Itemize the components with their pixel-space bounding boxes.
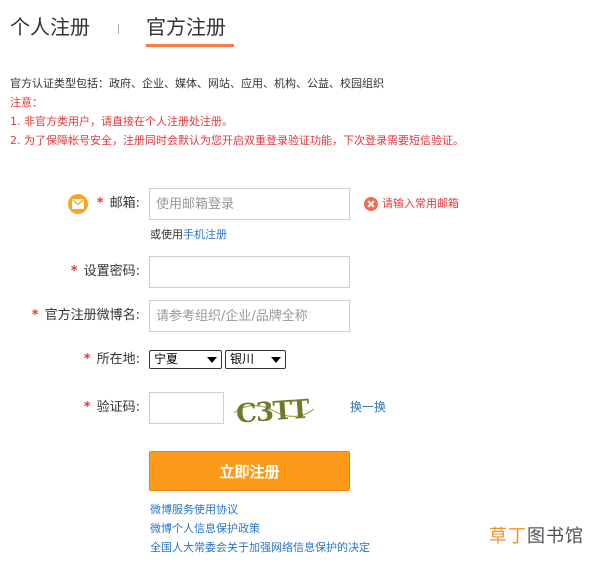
tab-personal-register[interactable]: 个人注册 [10, 12, 90, 42]
captcha-label-text: 验证码: [96, 400, 140, 415]
city-select-value: 银川 [230, 352, 255, 366]
captcha-refresh-link[interactable]: 换一换 [350, 398, 386, 415]
tab-official-register[interactable]: 官方注册 [146, 12, 226, 42]
email-error-text: 请输入常用邮箱 [382, 197, 459, 210]
mail-icon [68, 194, 88, 214]
network-protection-decision-link[interactable]: 全国人大常委会关于加强网络信息保护的决定 [150, 538, 370, 557]
captcha-text: C3TT [235, 395, 311, 427]
captcha-input[interactable] [149, 392, 224, 424]
notice-line-1-post: 处注册。 [189, 115, 233, 128]
location-label-text: 所在地: [96, 352, 140, 367]
active-tab-indicator [146, 44, 234, 47]
email-row: * 邮箱: 请输入常用邮箱 [0, 188, 594, 220]
password-input[interactable] [149, 256, 350, 288]
chevron-down-icon [271, 357, 281, 363]
notice-line-1-pre: 1. 非官方类用户，请直接在 [10, 115, 145, 128]
privacy-policy-link[interactable]: 微博个人信息保护政策 [150, 519, 370, 538]
notice-block: 官方认证类型包括：政府、企业、媒体、网站、应用、机构、公益、校园组织 注意： 1… [10, 74, 590, 150]
weibo-name-input[interactable] [149, 300, 350, 332]
province-select-value: 宁夏 [154, 352, 179, 366]
personal-register-inline-link[interactable]: 个人注册 [145, 115, 189, 128]
location-row: * 所在地: 宁夏 银川 [0, 344, 594, 376]
agreement-links: 微博服务使用协议 微博个人信息保护政策 全国人大常委会关于加强网络信息保护的决定 [150, 500, 370, 557]
required-mark: * [83, 352, 91, 367]
required-mark: * [96, 196, 104, 211]
password-label: * 设置密码: [71, 256, 140, 288]
city-select[interactable]: 银川 [225, 350, 286, 369]
phone-register-link[interactable]: 手机注册 [183, 228, 227, 241]
certification-types-text: 官方认证类型包括：政府、企业、媒体、网站、应用、机构、公益、校园组织 [10, 77, 384, 90]
required-mark: * [83, 400, 91, 415]
notice-line-1: 1. 非官方类用户，请直接在个人注册处注册。 [10, 112, 590, 131]
registration-tabs: 个人注册 官方注册 [10, 12, 310, 48]
notice-title: 注意： [10, 96, 43, 109]
tab-divider [118, 24, 119, 34]
phone-register-prefix: 或使用 [150, 228, 183, 241]
captcha-image[interactable]: C3TT [232, 393, 316, 427]
required-mark: * [70, 264, 78, 279]
captcha-label: * 验证码: [84, 392, 140, 424]
email-input[interactable] [149, 188, 350, 220]
email-label-text: 邮箱: [109, 196, 140, 211]
error-icon [364, 197, 378, 211]
chevron-down-icon [207, 357, 217, 363]
location-label: * 所在地: [84, 344, 140, 376]
watermark-part-1: 草丁 [489, 526, 527, 547]
watermark-part-2: 图书馆 [527, 526, 584, 547]
required-mark: * [31, 308, 39, 323]
password-row: * 设置密码: [0, 256, 594, 288]
register-button[interactable]: 立即注册 [149, 451, 350, 491]
email-error: 请输入常用邮箱 [364, 195, 459, 213]
weibo-name-row: * 官方注册微博名: [0, 300, 594, 332]
password-label-text: 设置密码: [83, 264, 140, 279]
weibo-name-label-text: 官方注册微博名: [44, 308, 140, 323]
province-select[interactable]: 宁夏 [149, 350, 222, 369]
phone-register-alt: 或使用手机注册 [150, 226, 227, 242]
service-agreement-link[interactable]: 微博服务使用协议 [150, 500, 370, 519]
email-label: * 邮箱: [97, 188, 140, 220]
weibo-name-label: * 官方注册微博名: [32, 300, 140, 332]
notice-line-2: 2. 为了保障帐号安全，注册同时会默认为您开启双重登录验证功能，下次登录需要短信… [10, 134, 464, 147]
watermark: 草丁图书馆 [489, 522, 584, 548]
